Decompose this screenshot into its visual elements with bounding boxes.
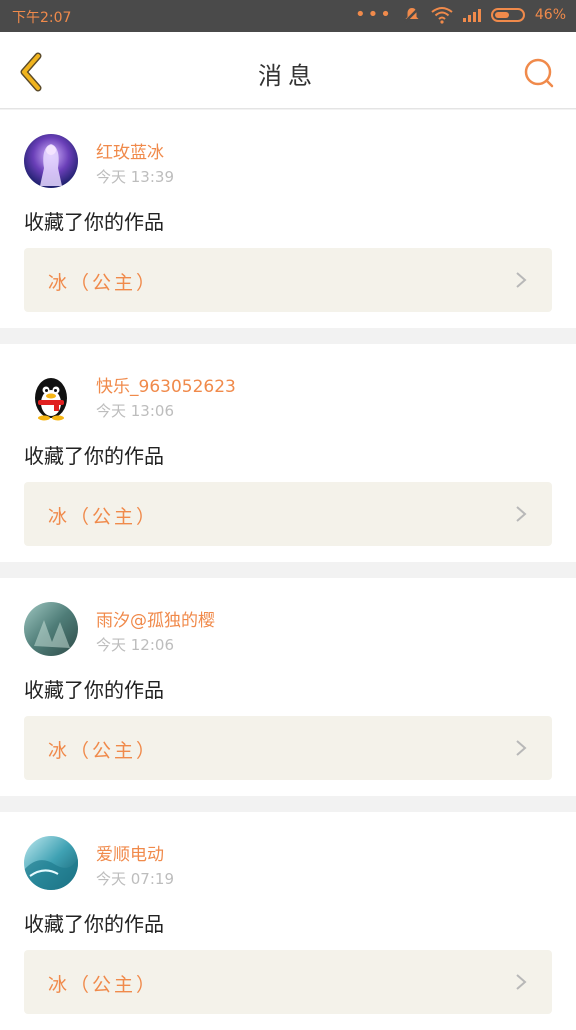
- work-title: 冰（公主）: [48, 272, 159, 294]
- user-name[interactable]: 雨汐@孤独的樱: [96, 606, 215, 631]
- status-time: 下午2:07: [12, 10, 72, 26]
- status-icons: ••• 46%: [355, 6, 566, 24]
- avatar[interactable]: [24, 836, 78, 890]
- notification-card: 红玫蓝冰 今天 13:39 收藏了你的作品 冰（公主）: [0, 110, 576, 328]
- chevron-right-icon: [516, 272, 527, 288]
- timestamp: 今天 13:39: [96, 168, 174, 186]
- mute-icon: [403, 7, 420, 23]
- avatar[interactable]: [24, 368, 78, 422]
- avatar[interactable]: [24, 602, 78, 656]
- timestamp: 今天 13:06: [96, 402, 174, 420]
- work-link[interactable]: 冰（公主）: [24, 248, 552, 312]
- wifi-icon: [431, 7, 453, 24]
- work-link[interactable]: 冰（公主）: [24, 482, 552, 546]
- chevron-right-icon: [516, 740, 527, 756]
- work-link[interactable]: 冰（公主）: [24, 950, 552, 1014]
- header: 消息: [0, 32, 576, 109]
- action-text: 收藏了你的作品: [24, 678, 164, 702]
- work-title: 冰（公主）: [48, 974, 159, 996]
- status-bar: 下午2:07 ••• 46%: [0, 0, 576, 32]
- battery-level: 46%: [534, 7, 566, 23]
- timestamp: 今天 12:06: [96, 636, 174, 654]
- user-name[interactable]: 红玫蓝冰: [96, 138, 164, 163]
- action-text: 收藏了你的作品: [24, 912, 164, 936]
- action-text: 收藏了你的作品: [24, 444, 164, 468]
- user-name[interactable]: 快乐_963052623: [96, 372, 236, 397]
- work-title: 冰（公主）: [48, 506, 159, 528]
- chevron-right-icon: [516, 506, 527, 522]
- signal-icon: [462, 8, 481, 22]
- more-dots-icon: •••: [355, 4, 393, 25]
- action-text: 收藏了你的作品: [24, 210, 164, 234]
- page-title: 消息: [258, 62, 318, 90]
- notification-card: 雨汐@孤独的樱 今天 12:06 收藏了你的作品 冰（公主）: [0, 578, 576, 796]
- notification-card: 快乐_963052623 今天 13:06 收藏了你的作品 冰（公主）: [0, 344, 576, 562]
- user-name[interactable]: 爱顺电动: [96, 840, 164, 865]
- avatar[interactable]: [24, 134, 78, 188]
- work-link[interactable]: 冰（公主）: [24, 716, 552, 780]
- chevron-right-icon: [516, 974, 527, 990]
- timestamp: 今天 07:19: [96, 870, 174, 888]
- work-title: 冰（公主）: [48, 740, 159, 762]
- notification-card: 爱顺电动 今天 07:19 收藏了你的作品 冰（公主）: [0, 812, 576, 1030]
- search-icon[interactable]: [524, 58, 554, 88]
- battery-icon: [490, 8, 525, 22]
